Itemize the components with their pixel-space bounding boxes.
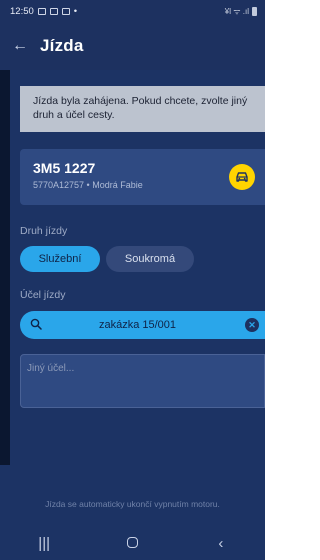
battery-icon (252, 6, 257, 16)
status-bar: 12:50 • ¥l ᯤ .ıl (0, 0, 265, 22)
mail-icon (61, 7, 70, 15)
nav-back-button[interactable]: ‹ (201, 535, 241, 552)
chip-business[interactable]: Služební (20, 246, 100, 272)
info-banner: Jízda byla zahájena. Pokud chcete, zvolt… (20, 86, 265, 132)
search-icon (30, 318, 42, 333)
page-title: Jízda (40, 36, 84, 55)
back-button[interactable]: ← (0, 37, 40, 55)
system-nav-bar: ||| ‹ (0, 527, 265, 560)
chip-private[interactable]: Soukromá (106, 246, 194, 272)
car-icon (49, 7, 58, 15)
clear-icon[interactable]: ✕ (245, 318, 259, 332)
car-icon[interactable] (229, 164, 255, 190)
other-purpose-field[interactable]: Jiný účel... (20, 354, 265, 408)
footer-note: Jízda se automaticky ukončí vypnutím mot… (45, 499, 220, 509)
purpose-search-field[interactable]: zakázka 15/001 ✕ (20, 311, 265, 339)
status-dot: • (73, 5, 78, 17)
vehicle-card[interactable]: 3M5 1227 5770A12757 • Modrá Fabie (20, 149, 265, 205)
purpose-search-value: zakázka 15/001 (98, 319, 177, 331)
app-bar: ← Jízda (0, 22, 265, 70)
app-screen: 12:50 • ¥l ᯤ .ıl ← Jízda Jízda byla zahá… (0, 0, 265, 560)
recent-apps-button[interactable]: ||| (24, 535, 64, 552)
trip-type-label: Druh jízdy (20, 225, 68, 237)
purpose-label: Účel jízdy (20, 289, 66, 301)
home-icon (126, 537, 138, 548)
status-time: 12:50 (10, 5, 34, 17)
signal-icon: ¥l ᯤ .ıl (224, 6, 249, 16)
image-icon (37, 7, 46, 15)
home-button[interactable] (112, 535, 152, 552)
